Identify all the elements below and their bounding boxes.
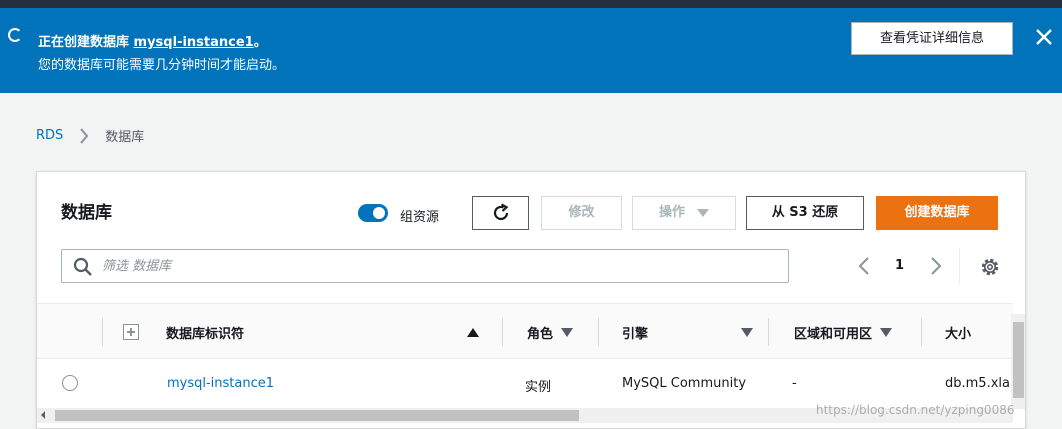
close-icon[interactable] <box>1034 26 1054 48</box>
gear-icon[interactable] <box>979 256 1001 278</box>
column-region-label: 区域和可用区 <box>794 326 873 342</box>
sort-ascending-icon-wrap[interactable] <box>467 304 479 360</box>
refresh-button[interactable] <box>472 196 529 230</box>
column-engine-label: 引擎 <box>622 326 649 342</box>
notification-banner: 正在创建数据库 mysql-instance1。 您的数据库可能需要几分钟时间才… <box>0 8 1062 93</box>
create-database-button[interactable]: 创建数据库 <box>876 196 998 230</box>
chevron-right-icon[interactable] <box>929 256 943 276</box>
db-engine: MySQL Community <box>622 376 747 391</box>
group-resources-label: 组资源 <box>400 210 440 225</box>
scrollbar-thumb[interactable] <box>1013 322 1024 398</box>
column-separator <box>102 318 103 346</box>
watermark: https://blog.csdn.net/yzping0086 <box>816 403 1015 417</box>
breadcrumb: RDS 数据库 <box>36 126 144 145</box>
instance-link[interactable]: mysql-instance1 <box>134 35 254 50</box>
scrollbar-thumb[interactable] <box>55 410 579 421</box>
group-resources-toggle[interactable] <box>358 204 388 222</box>
db-size: db.m5.xlar <box>945 376 1016 391</box>
filter-input[interactable] <box>102 256 762 276</box>
column-header-region[interactable]: 区域和可用区 <box>794 304 893 360</box>
restore-from-s3-button[interactable]: 从 S3 还原 <box>746 196 864 230</box>
refresh-icon <box>493 203 508 221</box>
expand-all-icon[interactable] <box>123 324 139 340</box>
column-header-size[interactable]: 大小 <box>945 304 971 360</box>
db-role: 实例 <box>525 380 552 395</box>
banner-title-suffix: 。 <box>253 35 267 50</box>
column-header-role[interactable]: 角色 <box>527 304 574 360</box>
table-row[interactable]: mysql-instance1 实例 MySQL Community - db.… <box>37 360 1016 408</box>
engine-sort-wrap[interactable] <box>733 304 753 360</box>
banner-title-prefix: 正在创建数据库 <box>38 35 134 50</box>
column-separator <box>502 318 503 346</box>
row-select-radio[interactable] <box>62 375 78 391</box>
banner-title: 正在创建数据库 mysql-instance1。 <box>38 31 267 50</box>
search-icon <box>73 257 92 276</box>
view-credentials-button[interactable]: 查看凭证详细信息 <box>851 22 1013 55</box>
breadcrumb-current: 数据库 <box>105 130 145 145</box>
filter-search-box <box>61 249 789 283</box>
loading-spinner-icon <box>8 28 22 42</box>
sort-ascending-icon <box>467 327 479 337</box>
column-separator <box>598 318 599 346</box>
chevron-right-icon <box>80 127 89 144</box>
column-identifier-label: 数据库标识符 <box>166 326 245 342</box>
toggle-knob <box>373 207 385 219</box>
sort-icon <box>561 327 574 337</box>
sort-icon <box>741 327 753 337</box>
actions-label: 操作 <box>658 205 685 220</box>
vertical-scrollbar[interactable] <box>1011 314 1025 409</box>
breadcrumb-rds-link[interactable]: RDS <box>36 128 63 143</box>
table-header: 数据库标识符 角色 引擎 区域和可用区 大小 <box>37 303 1013 359</box>
caret-down-icon <box>697 208 709 217</box>
page-number[interactable]: 1 <box>895 258 904 273</box>
modify-button[interactable]: 修改 <box>541 196 622 230</box>
column-header-engine[interactable]: 引擎 <box>622 304 648 360</box>
panel-title: 数据库 <box>61 203 112 223</box>
column-header-identifier[interactable]: 数据库标识符 <box>166 304 244 360</box>
actions-dropdown[interactable]: 操作 <box>632 196 736 230</box>
banner-message: 您的数据库可能需要几分钟时间才能启动。 <box>38 58 286 73</box>
scroll-left-icon[interactable] <box>41 411 45 419</box>
chevron-left-icon[interactable] <box>857 256 871 276</box>
top-strip <box>0 0 1062 8</box>
databases-panel: 数据库 组资源 修改 操作 从 S3 还原 创建数据库 1 数据库标识符 角 <box>36 171 1026 429</box>
column-size-label: 大小 <box>945 326 972 342</box>
column-separator <box>921 318 922 346</box>
column-role-label: 角色 <box>527 326 554 342</box>
db-identifier-link[interactable]: mysql-instance1 <box>167 376 274 391</box>
sort-icon <box>880 327 893 337</box>
pager-divider <box>959 248 960 284</box>
column-separator <box>768 318 769 346</box>
db-region: - <box>792 376 797 391</box>
